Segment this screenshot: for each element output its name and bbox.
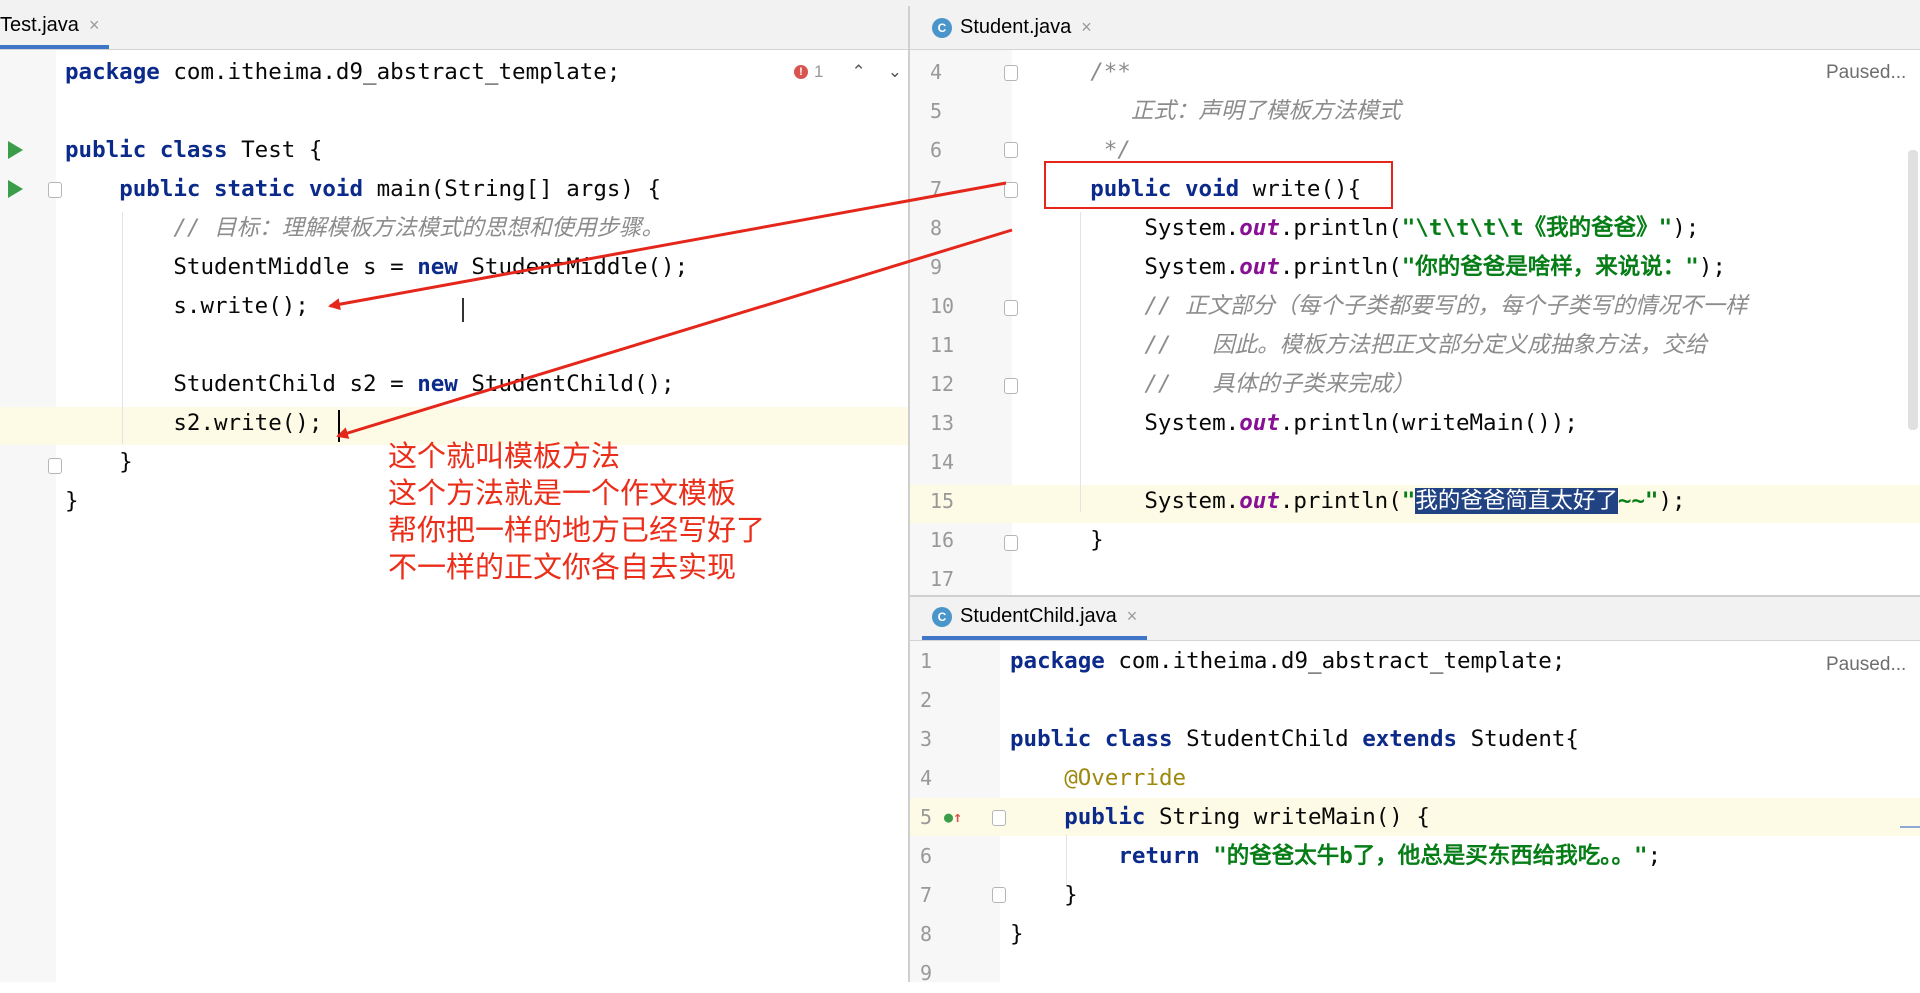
annotation-note: 这个就叫模板方法 这个方法就是一个作文模板 帮你把一样的地方已经写好了 不一样的… (388, 439, 766, 584)
annotation-arrows (328, 181, 1013, 439)
arrow-to-s-write (328, 181, 1007, 311)
arrow-to-s2-write (336, 228, 1013, 439)
